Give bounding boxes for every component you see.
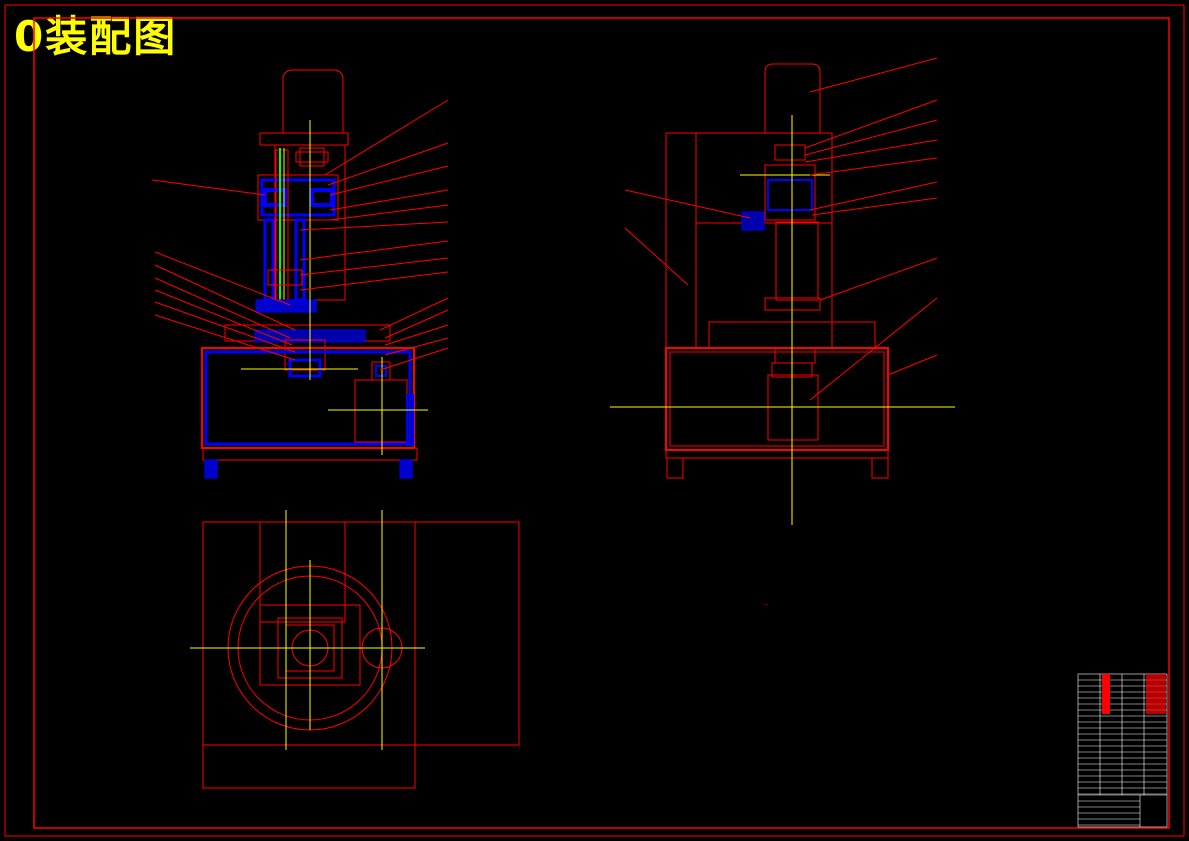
cad-drawing: — xyxy=(4,4,1185,837)
motor-flange xyxy=(259,132,349,146)
svg-text:—: — xyxy=(763,602,768,608)
title-block-table xyxy=(1077,673,1168,828)
inner-border xyxy=(33,17,1170,829)
pressing-plate xyxy=(255,299,317,313)
top-view xyxy=(190,510,520,789)
motor-housing xyxy=(282,69,344,133)
drawing-sheet: 0装配图 — xyxy=(0,0,1189,841)
outer-border xyxy=(4,4,1185,837)
front-section-view xyxy=(151,69,449,479)
side-view: — xyxy=(610,57,955,608)
